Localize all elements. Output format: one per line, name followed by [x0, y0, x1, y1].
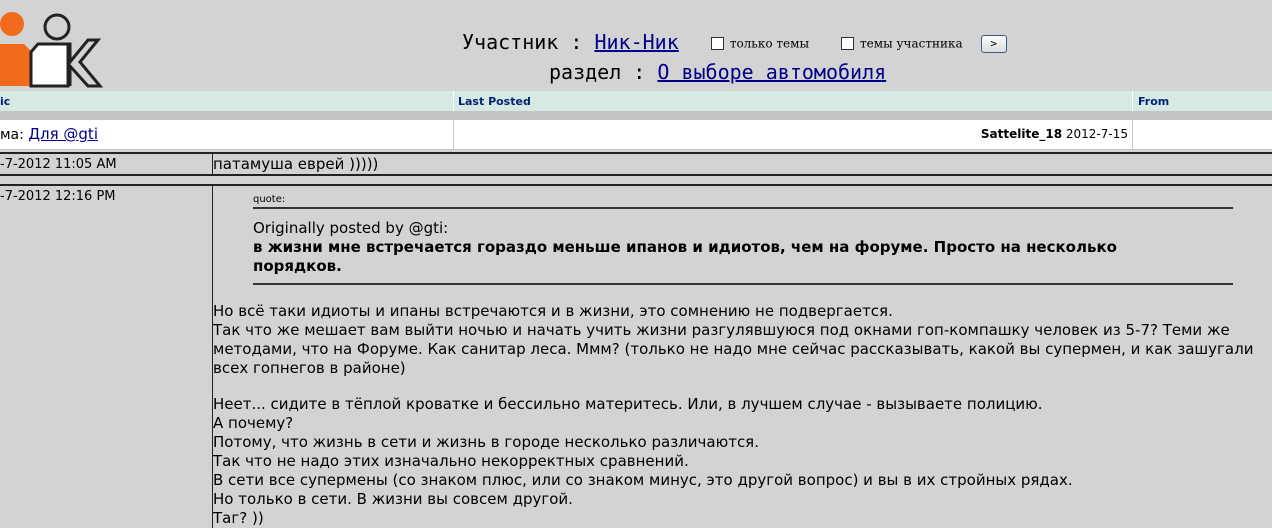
post-line: Так что не надо этих изначально некоррек…: [213, 452, 689, 470]
nik-logo[interactable]: [0, 0, 110, 92]
participant-link[interactable]: Ник-Ник: [594, 30, 678, 54]
post-line: А почему?: [213, 414, 294, 432]
colon: :: [633, 60, 646, 84]
section-line: раздел : О выборе автомобиля: [549, 60, 886, 84]
post: -7-2012 12:16 PM quote: Originally poste…: [0, 184, 1272, 528]
participant-filter: Участник : Ник-Ник только темы темы учас…: [462, 30, 1007, 54]
post-line: Но только в сети. В жизни вы совсем друг…: [213, 490, 573, 508]
column-headers: ic Last Posted From: [0, 91, 1272, 111]
topic-link[interactable]: Для @gti: [28, 125, 98, 143]
topic-row: ма: Для @gti Sattelite_18 2012-7-15: [0, 120, 1272, 150]
post-line: В сети все супермены (со знаком плюс, ил…: [213, 471, 1073, 489]
quote-text: в жизни мне встречается гораздо меньше и…: [253, 238, 1117, 275]
participant-label: Участник: [462, 30, 559, 54]
topic-author[interactable]: Sattelite_18: [981, 127, 1062, 141]
topics-only-checkbox[interactable]: [710, 37, 724, 50]
section-link[interactable]: О выборе автомобиля: [657, 60, 886, 84]
col-last-posted[interactable]: Last Posted: [458, 95, 531, 108]
member-topics-checkbox[interactable]: [841, 37, 855, 50]
section-label: раздел: [549, 60, 622, 84]
member-topics-label: темы участника: [860, 36, 963, 51]
divider: [0, 111, 1272, 120]
quote-rule-top: [253, 207, 1233, 209]
go-button[interactable]: >: [980, 34, 1007, 53]
post-paragraph-1: Но всё таки идиоты и ипаны встречаются и…: [213, 302, 1272, 378]
quote-rule-bottom: [253, 283, 1233, 285]
post-line: Таг? )): [213, 509, 264, 527]
topics-only-label: только темы: [729, 36, 809, 51]
colon: :: [570, 30, 583, 54]
post-line: Но всё таки идиоты и ипаны встречаются и…: [213, 302, 893, 320]
col-from[interactable]: From: [1138, 95, 1169, 108]
post-line: Неет... сидите в тёплой кроватке и бесси…: [213, 395, 1043, 413]
post-body: патамуша еврей ))))): [213, 155, 379, 173]
quote-author: Originally posted by @gti:: [253, 219, 449, 237]
post-date: -7-2012 11:05 AM: [0, 157, 117, 172]
post-date: -7-2012 12:16 PM: [0, 189, 116, 204]
topic-date: 2012-7-15: [1065, 127, 1128, 141]
col-topic[interactable]: ic: [0, 95, 10, 108]
post-line: Так что же мешает вам выйти ночью и нача…: [213, 321, 1254, 377]
topic-prefix: ма:: [0, 127, 24, 143]
post-paragraph-2: Неет... сидите в тёплой кроватке и бесси…: [213, 395, 1272, 528]
post-line: Потому, что жизнь в сети и жизнь в город…: [213, 433, 759, 451]
post: -7-2012 11:05 AM патамуша еврей ))))): [0, 152, 1272, 176]
